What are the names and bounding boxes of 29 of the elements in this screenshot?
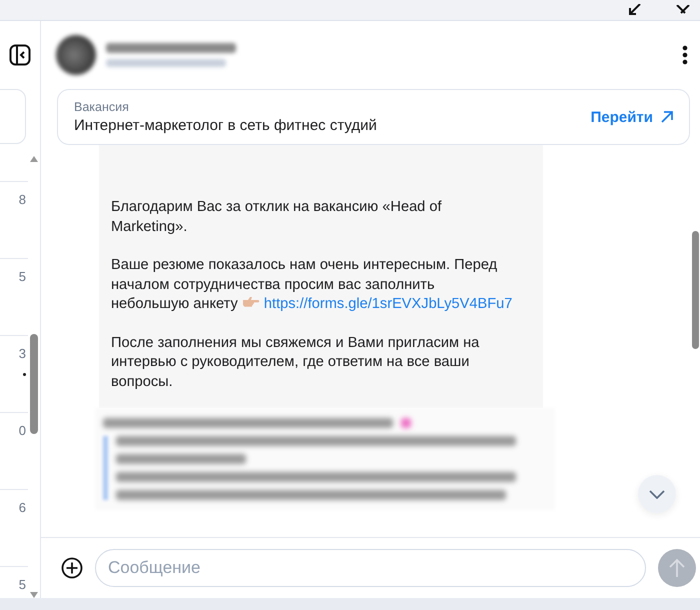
minimize-arrow-icon[interactable] [628, 4, 642, 16]
chat-time: 8 [18, 192, 26, 207]
pointing-hand-icon [242, 296, 260, 309]
message-input[interactable]: Сообщение [95, 549, 646, 587]
add-icon[interactable] [61, 557, 83, 579]
scrollbar-thumb[interactable] [30, 334, 38, 434]
arrow-up-icon [669, 558, 685, 578]
close-icon[interactable] [676, 5, 690, 15]
message-text: Благодарим Вас за отклик на вакансию «Head of Marketing». [111, 198, 443, 236]
vacancy-title: Интернет-маркетолог в сеть фитнес студий [74, 117, 378, 134]
chat-time: 6 [18, 500, 26, 515]
chat-time: 5 [18, 577, 26, 592]
message-text: Ваше резюме показалось нам очень интересным. Перед началом сотрудничества просим вас заполнить небольшую анкету https://forms.gle/1srEVXJbLy5V4BFu7 [111, 256, 514, 314]
avatar [56, 35, 96, 75]
scroll-up-icon[interactable] [30, 156, 38, 162]
sidebar-toggle-icon[interactable] [9, 44, 31, 66]
scroll-down-button[interactable] [638, 475, 676, 513]
message-text: После заполнения мы свяжемся и Вами пригласим на интервью с руководителем, где ответим на все ваши вопросы. [111, 334, 480, 392]
arrow-up-right-icon [661, 111, 673, 123]
scrollbar-thumb[interactable] [692, 231, 699, 349]
chevron-down-icon [649, 490, 665, 498]
chat-time: 5 [18, 269, 26, 284]
send-button[interactable] [658, 549, 696, 587]
more-menu-icon[interactable] [682, 45, 688, 65]
chat-time: 0 [18, 423, 26, 438]
form-link[interactable]: https://forms.gle/1srEVXJbLy5V4BFu7 [264, 296, 512, 312]
vacancy-label: Вакансия [74, 100, 130, 114]
open-vacancy-link[interactable]: Перейти [590, 108, 673, 126]
chat-time: 3 [18, 346, 26, 361]
